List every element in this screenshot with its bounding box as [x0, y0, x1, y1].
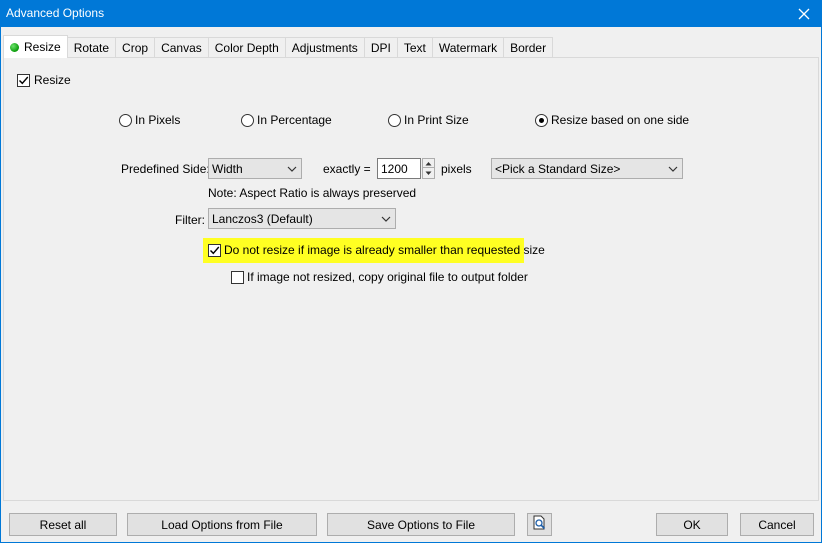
button-label: Load Options from File — [161, 517, 283, 532]
filter-label: Filter: — [175, 213, 205, 227]
radio-button[interactable] — [388, 113, 401, 127]
standard-size-select[interactable]: <Pick a Standard Size> — [491, 158, 683, 179]
copy-original-checkbox[interactable]: If image not resized, copy original file… — [231, 270, 528, 284]
resize-panel: Resize In Pixels In Percentage In Print … — [3, 57, 819, 501]
size-input[interactable]: 1200 — [377, 158, 421, 179]
tab-adjustments[interactable]: Adjustments — [284, 37, 365, 58]
button-label: OK — [683, 517, 701, 532]
window-title: Advanced Options — [6, 6, 105, 20]
preview-button[interactable] — [527, 513, 552, 536]
radio-in-pixels[interactable]: In Pixels — [119, 113, 180, 127]
exactly-label: exactly = — [323, 162, 371, 176]
tab-label: Watermark — [438, 41, 498, 55]
radio-label: Resize based on one side — [551, 113, 690, 127]
size-spinner[interactable] — [422, 158, 435, 179]
tab-strip: Resize Rotate Crop Canvas Color Depth Ad… — [3, 35, 554, 58]
button-label: Cancel — [758, 517, 796, 532]
button-label: Reset all — [39, 517, 87, 532]
tab-dpi[interactable]: DPI — [363, 37, 398, 58]
radio-button[interactable] — [535, 113, 548, 127]
tab-color-depth[interactable]: Color Depth — [207, 37, 286, 58]
reset-all-button[interactable]: Reset all — [9, 513, 117, 536]
pixels-label: pixels — [441, 162, 472, 176]
chevron-down-icon — [381, 213, 391, 227]
spin-up-icon[interactable] — [423, 159, 434, 168]
radio-label: In Print Size — [404, 113, 469, 127]
resize-enable-checkbox[interactable]: Resize — [17, 73, 71, 87]
copy-original-label: If image not resized, copy original file… — [247, 270, 528, 284]
tab-label: Adjustments — [291, 41, 358, 55]
select-value: Lanczos3 (Default) — [212, 211, 313, 226]
tab-crop[interactable]: Crop — [115, 37, 156, 58]
select-value: Width — [212, 161, 243, 176]
load-options-button[interactable]: Load Options from File — [127, 513, 317, 536]
tab-watermark[interactable]: Watermark — [431, 37, 505, 58]
tab-label: Crop — [122, 41, 149, 55]
aspect-ratio-note: Note: Aspect Ratio is always preserved — [208, 186, 417, 200]
spin-down-icon[interactable] — [423, 169, 434, 178]
chevron-down-icon — [668, 163, 678, 177]
close-icon[interactable] — [787, 1, 821, 27]
tab-label: Border — [510, 41, 547, 55]
radio-label: In Percentage — [257, 113, 332, 127]
title-bar: Advanced Options — [1, 1, 821, 27]
tab-resize[interactable]: Resize — [3, 35, 68, 58]
status-dot-icon — [10, 42, 19, 52]
no-upscale-label: Do not resize if image is already smalle… — [224, 243, 545, 257]
radio-button[interactable] — [241, 113, 254, 127]
tab-label: DPI — [370, 41, 391, 55]
radio-button[interactable] — [119, 113, 132, 127]
no-upscale-checkbox[interactable]: Do not resize if image is already smalle… — [208, 243, 545, 257]
checkbox-box[interactable] — [208, 243, 221, 257]
radio-in-print-size[interactable]: In Print Size — [388, 113, 469, 127]
ok-button[interactable]: OK — [656, 513, 728, 536]
checkbox-box[interactable] — [231, 270, 244, 284]
tab-text[interactable]: Text — [396, 37, 433, 58]
button-label: Save Options to File — [366, 517, 476, 532]
tab-label: Rotate — [73, 41, 110, 55]
predefined-side-select[interactable]: Width — [208, 158, 302, 179]
tab-rotate[interactable]: Rotate — [66, 37, 117, 58]
tab-label: Canvas — [161, 41, 202, 55]
tab-border[interactable]: Border — [503, 37, 554, 58]
chevron-down-icon — [287, 163, 297, 177]
cancel-button[interactable]: Cancel — [740, 513, 814, 536]
select-value: <Pick a Standard Size> — [495, 161, 621, 176]
tab-label: Color Depth — [214, 41, 279, 55]
checkbox-box[interactable] — [17, 73, 30, 87]
magnifier-page-icon — [532, 515, 548, 534]
predefined-side-label: Predefined Side: — [121, 162, 210, 176]
size-value: 1200 — [381, 161, 408, 176]
tab-canvas[interactable]: Canvas — [154, 37, 209, 58]
tab-label: Resize — [24, 40, 61, 54]
radio-one-side[interactable]: Resize based on one side — [535, 113, 689, 127]
filter-select[interactable]: Lanczos3 (Default) — [208, 208, 396, 229]
resize-enable-label: Resize — [34, 73, 71, 87]
advanced-options-window: Advanced Options Resize Rotate Crop Canv… — [0, 0, 822, 543]
save-options-button[interactable]: Save Options to File — [327, 513, 515, 536]
radio-label: In Pixels — [135, 113, 181, 127]
tab-label: Text — [403, 41, 426, 55]
radio-in-percentage[interactable]: In Percentage — [241, 113, 332, 127]
